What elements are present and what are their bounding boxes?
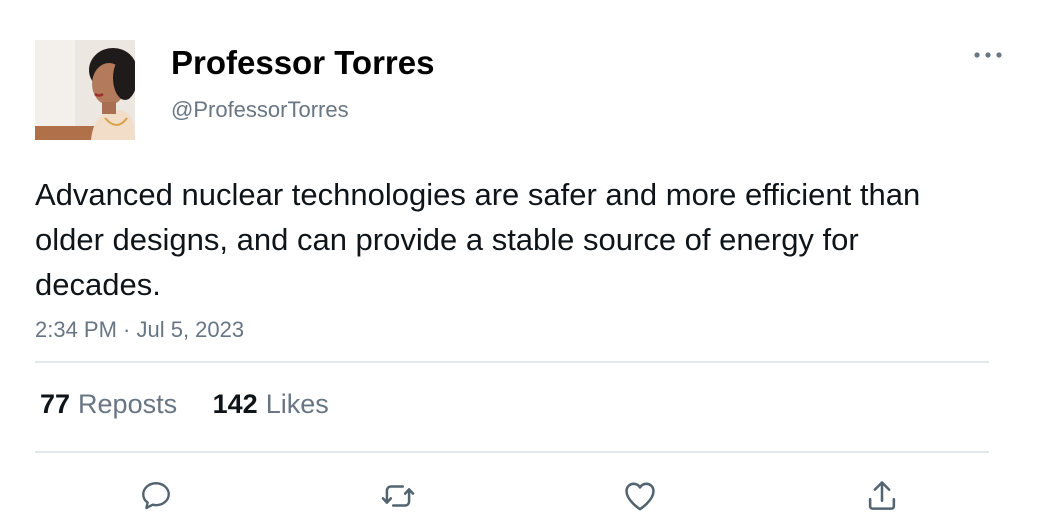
avatar[interactable] — [35, 40, 135, 140]
share-button[interactable] — [862, 476, 902, 516]
likes-stat[interactable]: 142 Likes — [213, 388, 329, 420]
repost-icon — [381, 485, 415, 507]
author-name[interactable]: Professor Torres — [171, 44, 434, 82]
reply-button[interactable] — [136, 476, 176, 516]
repost-button[interactable] — [378, 476, 418, 516]
more-options-button[interactable] — [968, 40, 1008, 70]
like-icon — [625, 482, 655, 511]
tweet-text: Advanced nuclear technologies are safer … — [35, 177, 921, 302]
reposts-stat[interactable]: 77 Reposts — [40, 388, 177, 420]
reply-icon — [142, 482, 170, 510]
share-icon — [868, 481, 896, 510]
likes-count: 142 — [212, 389, 258, 419]
reposts-label: Reposts — [78, 389, 178, 419]
engagement-stats: 77 Reposts 142 Likes — [40, 388, 357, 420]
author-handle[interactable]: @ProfessorTorres — [171, 97, 349, 123]
like-button[interactable] — [620, 476, 660, 516]
tweet-timestamp[interactable]: 2:34 PM · Jul 5, 2023 — [35, 317, 244, 343]
divider — [35, 361, 989, 363]
likes-label: Likes — [265, 389, 329, 419]
divider — [35, 451, 989, 453]
profile-photo — [35, 40, 135, 140]
ellipsis-icon — [974, 52, 1002, 58]
reposts-count: 77 — [40, 389, 71, 419]
